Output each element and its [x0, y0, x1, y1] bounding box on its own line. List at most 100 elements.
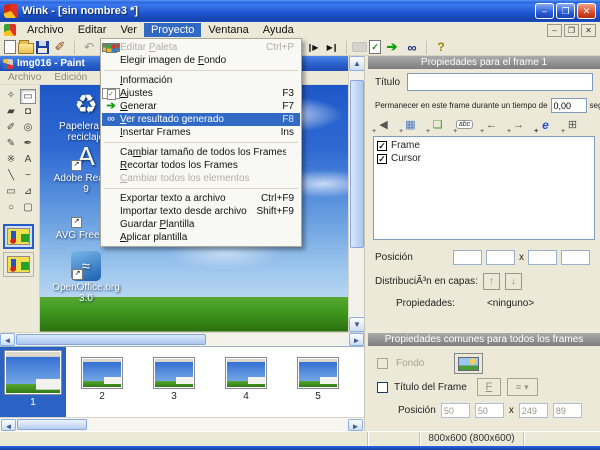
- menu-item-importar-texto-desde-archivo[interactable]: Importar texto desde archivoShift+F9: [102, 205, 300, 218]
- menu-item-recortar-todos-los-frames[interactable]: Recortar todos los Frames: [102, 159, 300, 172]
- filmstrip-scrollbar[interactable]: ◄ ►: [0, 417, 364, 431]
- fill-tool-icon[interactable]: ◘: [20, 105, 36, 120]
- paint-menu-archivo[interactable]: Archivo: [8, 72, 41, 83]
- text-tool-icon[interactable]: A: [20, 153, 36, 168]
- new-file-icon[interactable]: [4, 40, 16, 54]
- position-input[interactable]: [475, 403, 504, 418]
- eraser-tool-icon[interactable]: ▰: [3, 105, 19, 120]
- step-next-icon[interactable]: ❙▶: [303, 39, 321, 55]
- ellipse-tool-icon[interactable]: ○: [3, 201, 19, 216]
- checkbox-icon[interactable]: ✓: [377, 154, 387, 164]
- menu-item-ver-resultado-generado[interactable]: ∞Ver resultado generadoF8: [102, 113, 300, 126]
- element-row-cursor[interactable]: ✓Cursor: [377, 152, 591, 165]
- vertical-scroll-thumb[interactable]: [350, 80, 364, 248]
- menu-ayuda[interactable]: Ayuda: [256, 23, 301, 37]
- menu-item-informaci-n[interactable]: Información: [102, 74, 300, 87]
- magnifier-tool-icon[interactable]: ◎: [20, 121, 36, 136]
- frame-slot-6[interactable]: 6: [354, 347, 364, 417]
- step-last-icon[interactable]: ▶❙: [323, 39, 341, 55]
- add-goto-next-icon[interactable]: →: [508, 116, 529, 133]
- add-image-icon[interactable]: ▦: [400, 116, 421, 133]
- layer-down-button[interactable]: ↓: [505, 273, 522, 290]
- layer-up-button[interactable]: ↑: [483, 273, 500, 290]
- filmstrip-scroll-right-icon[interactable]: ►: [348, 419, 363, 431]
- frame-slot-1[interactable]: 1: [0, 347, 66, 417]
- font-button[interactable]: F: [477, 378, 501, 396]
- desktop-icon-openoffice-org-3-0[interactable]: ≈OpenOffice.org3.0: [44, 251, 128, 304]
- add-goto-url-icon[interactable]: e: [535, 116, 556, 133]
- render-edit-icon[interactable]: ✐: [51, 39, 69, 55]
- mdi-restore-button[interactable]: ❐: [564, 24, 579, 37]
- position-input[interactable]: [441, 403, 470, 418]
- brush-tool-icon[interactable]: ✒: [20, 137, 36, 152]
- scroll-left-icon[interactable]: ◄: [0, 333, 15, 346]
- filmstrip-scroll-left-icon[interactable]: ◄: [1, 419, 16, 431]
- menu-item-cambiar-tama-o-de-todos-los-frames[interactable]: Cambiar tamaño de todos los Frames: [102, 146, 300, 159]
- tool-option-1[interactable]: [3, 224, 34, 249]
- position-input[interactable]: [453, 250, 482, 265]
- titulo-frame-checkbox[interactable]: [377, 382, 388, 393]
- menu-item-editar-paleta[interactable]: Editar PaletaCtrl+P: [102, 41, 300, 54]
- align-dropdown-button[interactable]: ≡ ▾: [507, 378, 538, 396]
- frame-time-input[interactable]: [551, 98, 587, 113]
- menu-item-guardar-plantilla[interactable]: Guardar Plantilla: [102, 218, 300, 231]
- add-goto-frame-icon[interactable]: ⊞: [562, 116, 583, 133]
- frame-slot-4[interactable]: 4: [210, 347, 282, 417]
- editor-vertical-scrollbar[interactable]: ▲ ▼: [348, 56, 364, 332]
- titulo-input[interactable]: [407, 73, 593, 91]
- frame-thumbnail[interactable]: [81, 357, 123, 389]
- menu-item-elegir-imagen-de-fondo[interactable]: Elegir imagen de Fondo: [102, 54, 300, 67]
- save-file-icon[interactable]: [36, 41, 49, 54]
- polygon-tool-icon[interactable]: ⊿: [20, 185, 36, 200]
- menu-proyecto[interactable]: Proyecto: [144, 23, 201, 37]
- airbrush-tool-icon[interactable]: ※: [3, 153, 19, 168]
- position-input[interactable]: [486, 250, 515, 265]
- add-audio-icon[interactable]: ◀: [373, 116, 394, 133]
- build-icon[interactable]: ➔: [383, 39, 401, 55]
- open-file-icon[interactable]: [18, 43, 34, 54]
- add-goto-prev-icon[interactable]: ←: [481, 116, 502, 133]
- add-shape-icon[interactable]: ❏: [427, 116, 448, 133]
- frame-thumbnail[interactable]: [153, 357, 195, 389]
- checkbox-icon[interactable]: ✓: [377, 141, 387, 151]
- view-rendered-icon[interactable]: ∞: [403, 39, 421, 55]
- menu-item-generar[interactable]: ➔GenerarF7: [102, 100, 300, 113]
- horizontal-scroll-thumb[interactable]: [16, 334, 206, 345]
- menu-item-exportar-texto-a-archivo[interactable]: Exportar texto a archivoCtrl+F9: [102, 192, 300, 205]
- curve-tool-icon[interactable]: ~: [20, 169, 36, 184]
- frame-slot-2[interactable]: 2: [66, 347, 138, 417]
- menu-item-ajustes[interactable]: ✓AjustesF3: [102, 87, 300, 100]
- restore-button[interactable]: ❐: [556, 3, 575, 19]
- close-button[interactable]: ✕: [577, 3, 596, 19]
- menu-item-insertar-frames[interactable]: Insertar FramesIns: [102, 126, 300, 139]
- editor-horizontal-scrollbar[interactable]: ◄ ►: [0, 332, 364, 346]
- frame-elements-list[interactable]: ✓Frame✓Cursor: [373, 136, 595, 240]
- frame-thumbnail[interactable]: [225, 357, 267, 389]
- select-tool-icon[interactable]: ▭: [20, 89, 36, 104]
- tool-option-2[interactable]: [3, 252, 34, 277]
- freeform-select-tool-icon[interactable]: ✧: [3, 89, 19, 104]
- frame-slot-3[interactable]: 3: [138, 347, 210, 417]
- eyedropper-tool-icon[interactable]: ✐: [3, 121, 19, 136]
- menu-item-aplicar-plantilla[interactable]: Aplicar plantilla: [102, 231, 300, 244]
- rectangle-tool-icon[interactable]: ▭: [3, 185, 19, 200]
- scroll-right-icon[interactable]: ►: [349, 333, 364, 346]
- line-tool-icon[interactable]: ╲: [3, 169, 19, 184]
- menu-editar[interactable]: Editar: [71, 23, 114, 37]
- rounded-rect-tool-icon[interactable]: ▢: [20, 201, 36, 216]
- fondo-checkbox[interactable]: [377, 358, 388, 369]
- element-row-frame[interactable]: ✓Frame: [377, 139, 591, 152]
- menu-ver[interactable]: Ver: [113, 23, 144, 37]
- pencil-tool-icon[interactable]: ✎: [3, 137, 19, 152]
- help-icon[interactable]: ?: [432, 39, 450, 55]
- position-input[interactable]: [561, 250, 590, 265]
- paint-menu-edici-n[interactable]: Edición: [54, 72, 87, 83]
- menu-ventana[interactable]: Ventana: [201, 23, 255, 37]
- frame-thumbnail[interactable]: [4, 350, 62, 395]
- mdi-close-button[interactable]: ✕: [581, 24, 596, 37]
- menu-archivo[interactable]: Archivo: [20, 23, 71, 37]
- scroll-down-icon[interactable]: ▼: [349, 317, 365, 332]
- add-textbox-icon[interactable]: abc: [454, 116, 475, 133]
- menu-item-cambiar-todos-los-elementos[interactable]: Cambiar todos los elementos: [102, 172, 300, 185]
- fondo-image-button[interactable]: [454, 353, 483, 374]
